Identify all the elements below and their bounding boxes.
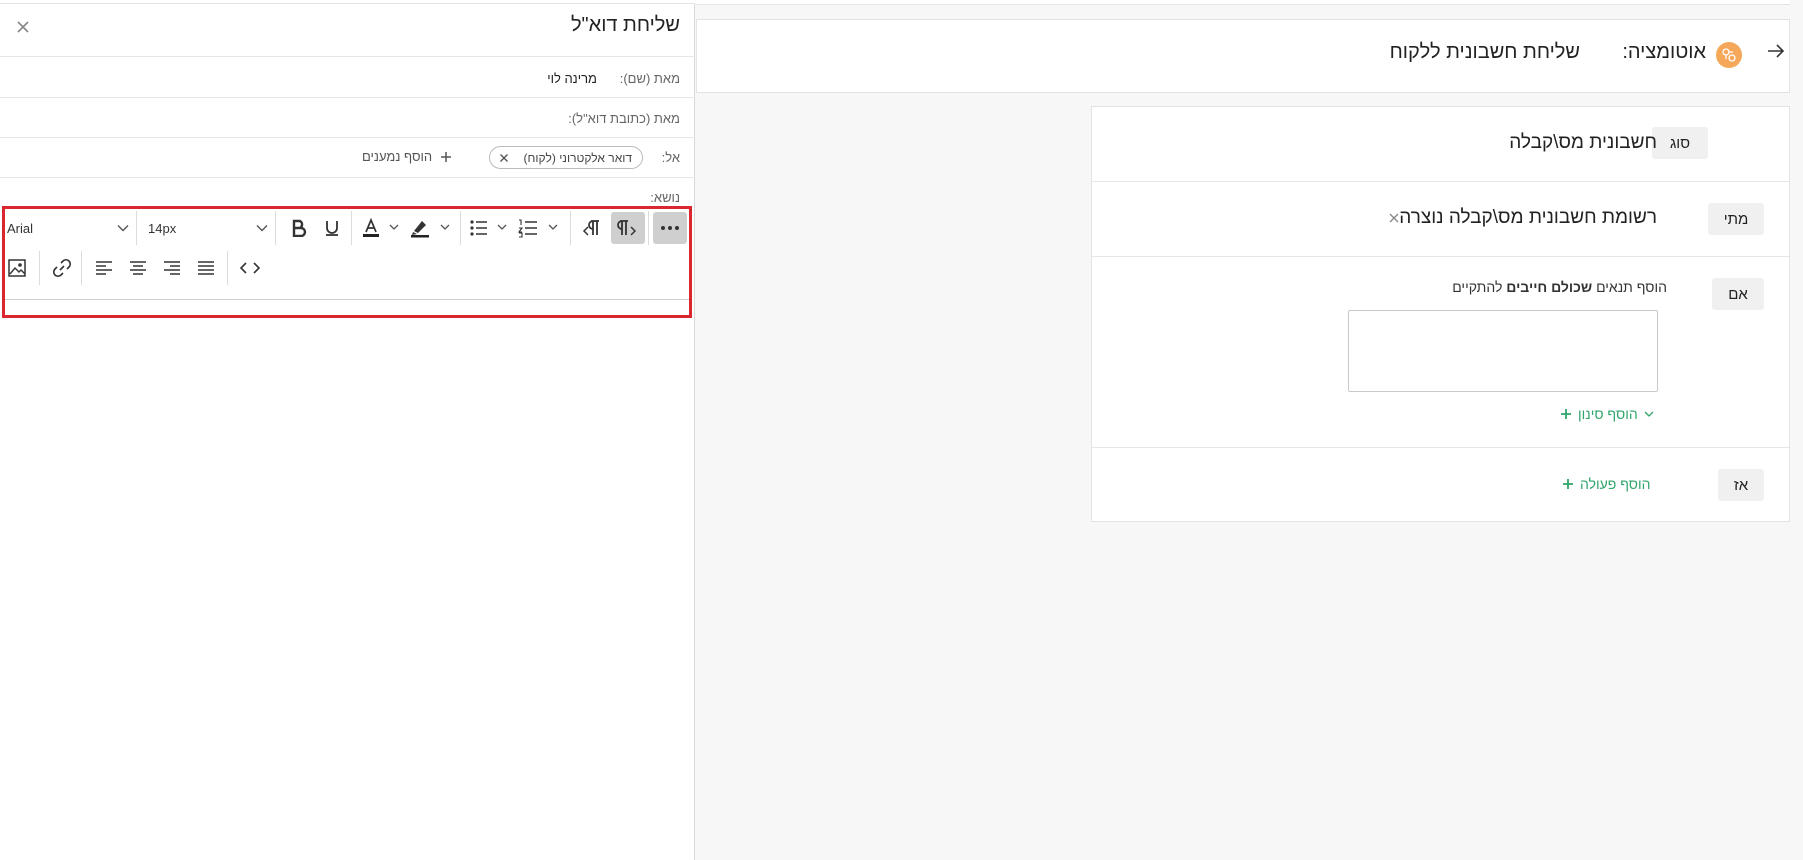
- font-size-value: 14px: [148, 220, 177, 236]
- plus-icon: [440, 151, 452, 163]
- conditions-box[interactable]: [1348, 310, 1658, 392]
- toolbar-separator: [648, 211, 649, 245]
- toolbar-separator: [275, 211, 276, 245]
- toolbar-row-1: Arial 14px: [5, 209, 689, 247]
- remove-recipient-icon[interactable]: [498, 152, 510, 164]
- chevron-down-icon: [256, 224, 268, 232]
- divider: [1092, 447, 1789, 448]
- add-filter-button[interactable]: הוסף סינון: [1560, 406, 1654, 422]
- toolbar-separator: [570, 211, 571, 245]
- divider: [0, 177, 695, 178]
- chevron-down-icon: [1644, 411, 1654, 418]
- rtl-icon[interactable]: [576, 213, 608, 243]
- from-name-value[interactable]: מרינה לוי: [547, 71, 597, 86]
- add-action-label: הוסף פעולה: [1580, 476, 1651, 492]
- email-panel: שליחת דוא"ל מאת (שם): מרינה לוי מאת (כתו…: [0, 0, 695, 860]
- bullet-list-icon[interactable]: [468, 213, 512, 243]
- toolbar-separator: [81, 251, 82, 285]
- type-value[interactable]: חשבונית מס\קבלה: [1509, 132, 1657, 154]
- when-tag: מתי: [1708, 203, 1764, 235]
- divider: [1092, 181, 1789, 182]
- when-value[interactable]: רשומת חשבונית מס\קבלה נוצרה: [1399, 207, 1657, 229]
- bold-icon[interactable]: [284, 213, 314, 243]
- automation-name[interactable]: שליחת חשבונית ללקוח: [1390, 41, 1580, 64]
- add-filter-label: הוסף סינון: [1578, 406, 1638, 422]
- condition-hint-suffix: להתקיים: [1452, 279, 1503, 295]
- divider: [0, 97, 695, 98]
- editor-toolbar: Arial 14px: [2, 206, 692, 318]
- condition-hint: הוסף תנאים שכולם חייבים להתקיים: [1452, 279, 1667, 295]
- automation-label: אוטומציה:: [1622, 41, 1706, 63]
- condition-hint-bold: שכולם חייבים: [1506, 279, 1593, 295]
- toolbar-separator: [227, 251, 228, 285]
- remove-trigger-icon[interactable]: [1388, 212, 1400, 224]
- add-action-button[interactable]: הוסף פעולה: [1562, 476, 1651, 492]
- toolbar-separator: [351, 211, 352, 245]
- align-center-icon[interactable]: [123, 253, 153, 283]
- toolbar-separator: [460, 211, 461, 245]
- toolbar-separator: [136, 211, 137, 245]
- font-family-select[interactable]: Arial: [7, 218, 129, 238]
- justify-icon[interactable]: [191, 253, 221, 283]
- more-icon[interactable]: [653, 212, 687, 244]
- divider: [0, 137, 695, 138]
- top-strip: [696, 0, 1790, 5]
- chevron-down-icon: [117, 224, 129, 232]
- email-panel-title: שליחת דוא"ל: [570, 14, 680, 36]
- align-right-icon[interactable]: [157, 253, 187, 283]
- link-icon[interactable]: [47, 253, 77, 283]
- highlight-icon[interactable]: [409, 213, 453, 243]
- ltr-icon[interactable]: [611, 212, 645, 244]
- toolbar-row-2: [5, 249, 689, 287]
- type-tag: סוג: [1652, 127, 1708, 159]
- plus-icon: [1560, 408, 1572, 420]
- font-color-icon[interactable]: [360, 213, 402, 243]
- subject-label: נושא:: [650, 190, 680, 205]
- close-icon[interactable]: [14, 18, 32, 36]
- divider: [0, 56, 695, 57]
- back-arrow-icon[interactable]: [1767, 44, 1785, 58]
- numbered-list-icon[interactable]: [517, 213, 563, 243]
- condition-hint-prefix: הוסף תנאים: [1596, 279, 1667, 295]
- add-recipients-label: הוסף נמענים: [362, 149, 433, 164]
- align-left-icon[interactable]: [89, 253, 119, 283]
- then-tag: אז: [1718, 469, 1764, 501]
- underline-icon[interactable]: [317, 213, 347, 243]
- panel-top-border: [0, 0, 695, 4]
- plus-icon: [1562, 478, 1574, 490]
- from-name-label: מאת (שם):: [619, 71, 680, 86]
- toolbar-separator: [39, 251, 40, 285]
- toolbar-bottom-border: [5, 299, 689, 300]
- add-recipients-button[interactable]: הוסף נמענים: [362, 149, 452, 164]
- font-family-value: Arial: [7, 220, 34, 236]
- to-label: אל:: [661, 150, 680, 165]
- recipient-chip[interactable]: דואר אלקטרוני (לקוח): [489, 146, 643, 169]
- divider: [1092, 256, 1789, 257]
- from-email-label: מאת (כתובת דוא"ל):: [568, 111, 680, 126]
- automation-icon: [1716, 42, 1742, 68]
- font-size-select[interactable]: 14px: [148, 218, 268, 238]
- image-icon[interactable]: [5, 253, 29, 283]
- if-tag: אם: [1712, 278, 1764, 310]
- recipient-chip-label: דואר אלקטרוני (לקוח): [523, 150, 632, 165]
- code-icon[interactable]: [235, 253, 265, 283]
